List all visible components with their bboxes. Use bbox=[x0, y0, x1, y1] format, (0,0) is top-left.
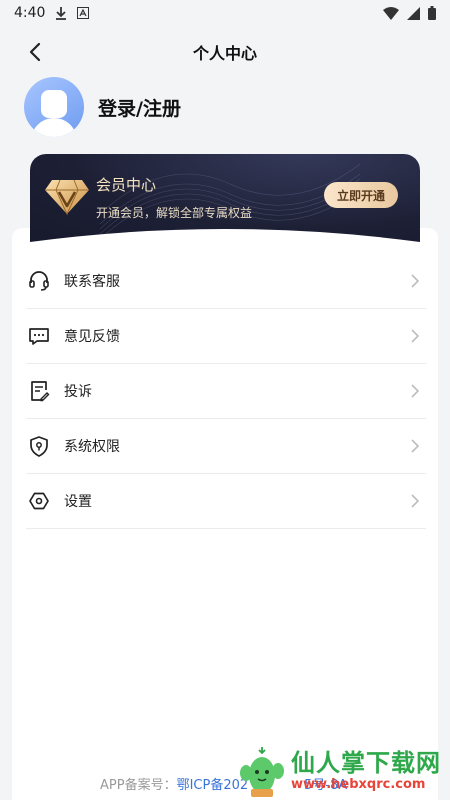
profile-login[interactable]: 登录/注册 bbox=[24, 76, 181, 138]
feedback-icon bbox=[29, 328, 49, 345]
activate-now-button[interactable]: 立即开通 bbox=[324, 182, 398, 208]
shield-icon bbox=[30, 436, 48, 457]
chevron-right-icon bbox=[411, 494, 420, 508]
nav-bar: 个人中心 bbox=[0, 34, 450, 70]
headset-icon bbox=[29, 271, 49, 291]
download-icon bbox=[56, 7, 67, 20]
vip-subtitle: 开通会员，解锁全部专属权益 bbox=[96, 206, 253, 220]
settings-icon bbox=[29, 492, 49, 510]
watermark-title: 仙人掌下载网 bbox=[291, 749, 441, 777]
status-time: 4:40 bbox=[14, 5, 46, 21]
menu-item-feedback[interactable]: 意见反馈 bbox=[26, 309, 426, 364]
menu-item-label: 意见反馈 bbox=[64, 329, 120, 345]
back-arrow-icon[interactable] bbox=[24, 40, 48, 64]
menu-item-label: 联系客服 bbox=[64, 274, 120, 290]
menu-item-settings[interactable]: 设置 bbox=[26, 474, 426, 529]
vip-diamond-icon bbox=[44, 176, 90, 216]
menu-item-label: 系统权限 bbox=[64, 439, 120, 455]
menu-item-label: 投诉 bbox=[64, 384, 92, 400]
avatar[interactable] bbox=[24, 77, 84, 137]
menu-list: 联系客服 意见反馈 投诉 系统权限 设置 bbox=[26, 254, 426, 529]
icp-prefix: APP备案号： bbox=[100, 778, 177, 793]
status-bar: 4:40 bbox=[0, 0, 450, 26]
chevron-right-icon bbox=[411, 274, 420, 288]
menu-item-label: 设置 bbox=[64, 494, 92, 510]
battery-icon bbox=[428, 6, 436, 20]
page-title: 个人中心 bbox=[192, 44, 257, 63]
watermark: 仙人掌下载网 www.hebxqrc.com bbox=[237, 745, 442, 797]
menu-item-system-permissions[interactable]: 系统权限 bbox=[26, 419, 426, 474]
menu-item-customer-service[interactable]: 联系客服 bbox=[26, 254, 426, 309]
complaint-icon bbox=[31, 381, 50, 402]
chevron-right-icon bbox=[411, 384, 420, 398]
signal-icon bbox=[407, 6, 420, 20]
chevron-right-icon bbox=[411, 439, 420, 453]
vip-card[interactable]: 会员中心 开通会员，解锁全部专属权益 立即开通 bbox=[30, 154, 420, 242]
font-app-icon bbox=[77, 7, 90, 19]
cactus-logo-icon bbox=[240, 747, 284, 797]
decorative-waves bbox=[100, 154, 360, 242]
chevron-right-icon bbox=[411, 329, 420, 343]
menu-item-complaint[interactable]: 投诉 bbox=[26, 364, 426, 419]
vip-title: 会员中心 bbox=[96, 176, 157, 194]
wifi-icon bbox=[383, 6, 399, 20]
watermark-url: www.hebxqrc.com bbox=[291, 777, 426, 792]
menu-panel: 联系客服 意见反馈 投诉 系统权限 设置 bbox=[12, 228, 438, 800]
login-register-label[interactable]: 登录/注册 bbox=[98, 94, 181, 121]
